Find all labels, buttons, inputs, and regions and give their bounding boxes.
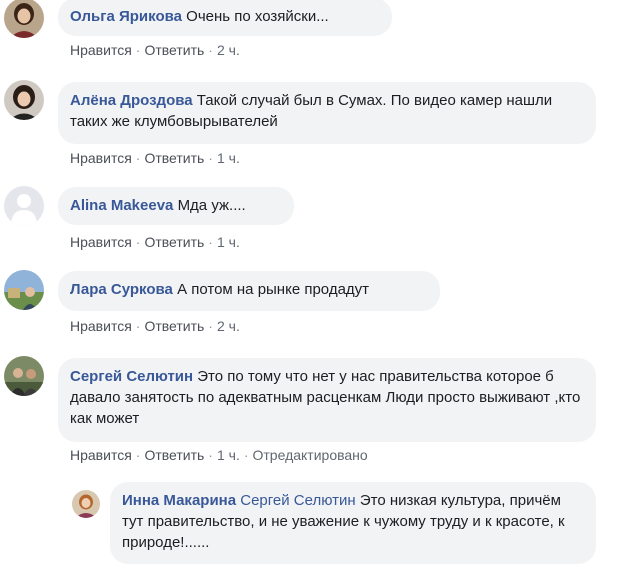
reply-author[interactable]: Инна Макарина	[122, 492, 236, 509]
avatar[interactable]	[4, 0, 44, 38]
reply-bubble: Инна Макарина Сергей Селютин Это низкая …	[110, 482, 596, 564]
like-link[interactable]: Нравится	[70, 318, 132, 334]
comment-author[interactable]: Ольга Ярикова	[70, 8, 182, 25]
reply-link[interactable]: Ответить	[144, 234, 204, 250]
separator: ·	[208, 234, 213, 250]
separator: ·	[208, 447, 213, 463]
comment-author[interactable]: Алёна Дроздова	[70, 92, 193, 109]
comment-actions: Нравится · Ответить · 2 ч.	[70, 318, 240, 334]
comment-actions: Нравится · Ответить · 2 ч.	[70, 42, 240, 58]
separator: ·	[135, 234, 141, 250]
separator: ·	[243, 447, 249, 463]
avatar[interactable]	[4, 356, 44, 396]
comment-bubble: Алёна Дроздова Такой случай был в Сумах.…	[58, 82, 596, 144]
default-avatar-icon[interactable]	[4, 186, 44, 226]
reply-link[interactable]: Ответить	[144, 42, 204, 58]
separator: ·	[135, 150, 141, 166]
like-link[interactable]: Нравится	[70, 42, 132, 58]
separator: ·	[135, 447, 141, 463]
comment-time[interactable]: 2 ч.	[217, 318, 240, 334]
separator: ·	[135, 42, 141, 58]
comment-bubble: Сергей Селютин Это по тому что нет у нас…	[58, 358, 596, 442]
like-link[interactable]: Нравится	[70, 234, 132, 250]
comment-actions: Нравится · Ответить · 1 ч. · Отредактировано	[70, 447, 368, 463]
mention-link[interactable]: Сергей Селютин	[240, 492, 355, 509]
avatar[interactable]	[72, 490, 100, 518]
reply-link[interactable]: Ответить	[144, 150, 204, 166]
separator: ·	[208, 150, 213, 166]
comment-bubble: Ольга Ярикова Очень по хозяйски...	[58, 0, 392, 36]
reply-link[interactable]: Ответить	[144, 318, 204, 334]
reply-link[interactable]: Ответить	[144, 447, 204, 463]
avatar[interactable]	[4, 80, 44, 120]
comment-actions: Нравится · Ответить · 1 ч.	[70, 150, 240, 166]
comment-bubble: Alina Makeeva Мда уж....	[58, 187, 294, 225]
comment-text: А потом на рынке продадут	[177, 281, 370, 298]
separator: ·	[208, 318, 213, 334]
comment-author[interactable]: Лара Суркова	[70, 281, 173, 298]
separator: ·	[135, 318, 141, 334]
comment-author[interactable]: Сергей Селютин	[70, 368, 193, 385]
edited-label[interactable]: Отредактировано	[253, 447, 368, 463]
comment-text: Мда уж....	[177, 197, 246, 214]
comment-time[interactable]: 1 ч.	[217, 150, 240, 166]
comment-time[interactable]: 1 ч.	[217, 447, 240, 463]
comment-actions: Нравится · Ответить · 1 ч.	[70, 234, 240, 250]
comment-bubble: Лара Суркова А потом на рынке продадут	[58, 271, 440, 311]
like-link[interactable]: Нравится	[70, 447, 132, 463]
like-link[interactable]: Нравится	[70, 150, 132, 166]
comment-author[interactable]: Alina Makeeva	[70, 197, 173, 214]
comment-text: Очень по хозяйски...	[186, 8, 329, 25]
comment-time[interactable]: 2 ч.	[217, 42, 240, 58]
separator: ·	[208, 42, 213, 58]
comment-time[interactable]: 1 ч.	[217, 234, 240, 250]
avatar[interactable]	[4, 270, 44, 310]
